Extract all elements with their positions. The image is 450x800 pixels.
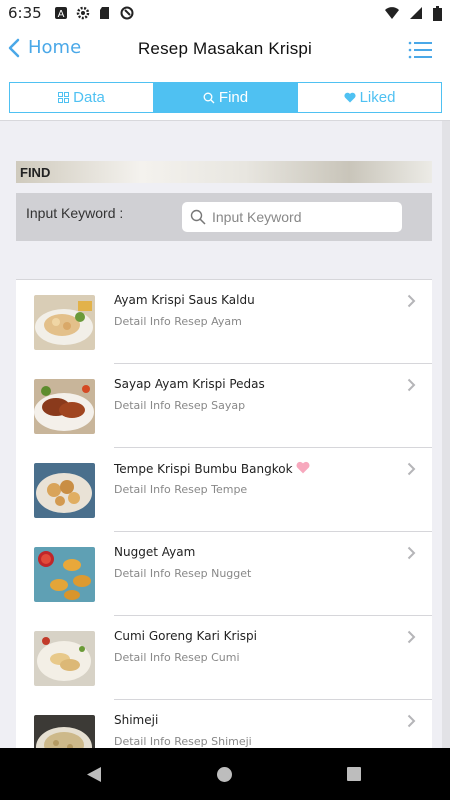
recipe-subtitle: Detail Info Resep Cumi bbox=[114, 651, 240, 664]
recents-square-icon[interactable] bbox=[346, 766, 362, 782]
recipe-thumbnail bbox=[34, 379, 95, 434]
list-item[interactable]: Ayam Krispi Saus Kaldu Detail Info Resep… bbox=[16, 280, 432, 364]
notification-a-icon: A bbox=[54, 7, 67, 20]
menu-button[interactable] bbox=[408, 41, 432, 63]
recipe-subtitle: Detail Info Resep Shimeji bbox=[114, 735, 252, 748]
keyword-label: Input Keyword : bbox=[26, 205, 124, 221]
recipe-title: Cumi Goreng Kari Krispi bbox=[114, 629, 257, 643]
recipe-subtitle: Detail Info Resep Ayam bbox=[114, 315, 242, 328]
liked-heart-icon bbox=[296, 461, 310, 474]
scroll-indicator[interactable] bbox=[442, 121, 450, 748]
search-input[interactable]: Input Keyword bbox=[182, 202, 402, 232]
recipe-title: Shimeji bbox=[114, 713, 159, 727]
recipe-subtitle: Detail Info Resep Tempe bbox=[114, 483, 248, 496]
recipe-thumbnail bbox=[34, 715, 95, 748]
status-bar: 6:35 A bbox=[0, 0, 450, 26]
recipe-title: Nugget Ayam bbox=[114, 545, 196, 559]
sd-card-icon bbox=[99, 7, 109, 19]
list-item[interactable]: Shimeji Detail Info Resep Shimeji bbox=[16, 700, 432, 748]
svg-text:A: A bbox=[57, 9, 64, 20]
chevron-right-icon bbox=[407, 294, 416, 308]
heart-icon bbox=[344, 92, 356, 103]
back-triangle-icon[interactable] bbox=[86, 766, 102, 783]
chevron-right-icon bbox=[407, 714, 416, 728]
navigation-bar: Home Resep Masakan Krispi bbox=[0, 26, 450, 74]
recipe-subtitle: Detail Info Resep Nugget bbox=[114, 567, 252, 580]
tab-liked[interactable]: Liked bbox=[298, 83, 441, 112]
tab-find[interactable]: Find bbox=[154, 83, 298, 112]
tab-liked-label: Liked bbox=[359, 89, 396, 106]
status-time: 6:35 bbox=[8, 4, 42, 22]
recipe-subtitle: Detail Info Resep Sayap bbox=[114, 399, 246, 412]
find-section-header: FIND bbox=[16, 161, 432, 183]
page-title: Resep Masakan Krispi bbox=[137, 39, 313, 58]
block-icon bbox=[120, 6, 134, 20]
find-header-label: FIND bbox=[20, 164, 51, 180]
chevron-right-icon bbox=[407, 546, 416, 560]
tab-data-label: Data bbox=[73, 89, 105, 106]
find-panel: Input Keyword : Input Keyword bbox=[16, 193, 432, 241]
chevron-right-icon bbox=[407, 630, 416, 644]
list-item[interactable]: Cumi Goreng Kari Krispi Detail Info Rese… bbox=[16, 616, 432, 700]
recipe-title: Sayap Ayam Krispi Pedas bbox=[114, 377, 265, 391]
chevron-right-icon bbox=[407, 462, 416, 476]
recipe-thumbnail bbox=[34, 463, 95, 518]
recipe-thumbnail bbox=[34, 295, 95, 350]
tab-bar: Data Find Liked bbox=[0, 74, 450, 121]
grid-icon bbox=[58, 92, 70, 103]
recipe-thumbnail bbox=[34, 631, 95, 686]
recipe-title-text: Tempe Krispi Bumbu Bangkok bbox=[114, 462, 293, 476]
search-icon bbox=[190, 209, 206, 225]
home-circle-icon[interactable] bbox=[216, 766, 233, 783]
recipe-list: Ayam Krispi Saus Kaldu Detail Info Resep… bbox=[16, 279, 432, 748]
tab-find-label: Find bbox=[218, 89, 249, 106]
wifi-icon bbox=[385, 7, 399, 19]
chevron-right-icon bbox=[407, 378, 416, 392]
tab-data[interactable]: Data bbox=[10, 83, 154, 112]
recipe-title: Tempe Krispi Bumbu Bangkok bbox=[114, 461, 310, 476]
recipe-title: Ayam Krispi Saus Kaldu bbox=[114, 293, 255, 307]
signal-icon bbox=[410, 7, 422, 19]
list-menu-icon bbox=[408, 41, 432, 59]
battery-icon bbox=[433, 5, 442, 21]
search-icon bbox=[203, 92, 215, 103]
list-item[interactable]: Nugget Ayam Detail Info Resep Nugget bbox=[16, 532, 432, 616]
recipe-thumbnail bbox=[34, 547, 95, 602]
search-placeholder: Input Keyword bbox=[212, 209, 302, 225]
settings-icon bbox=[76, 6, 89, 20]
segmented-control: Data Find Liked bbox=[9, 82, 442, 113]
system-navigation-bar bbox=[0, 748, 450, 800]
list-item[interactable]: Tempe Krispi Bumbu Bangkok Detail Info R… bbox=[16, 448, 432, 532]
list-item[interactable]: Sayap Ayam Krispi Pedas Detail Info Rese… bbox=[16, 364, 432, 448]
